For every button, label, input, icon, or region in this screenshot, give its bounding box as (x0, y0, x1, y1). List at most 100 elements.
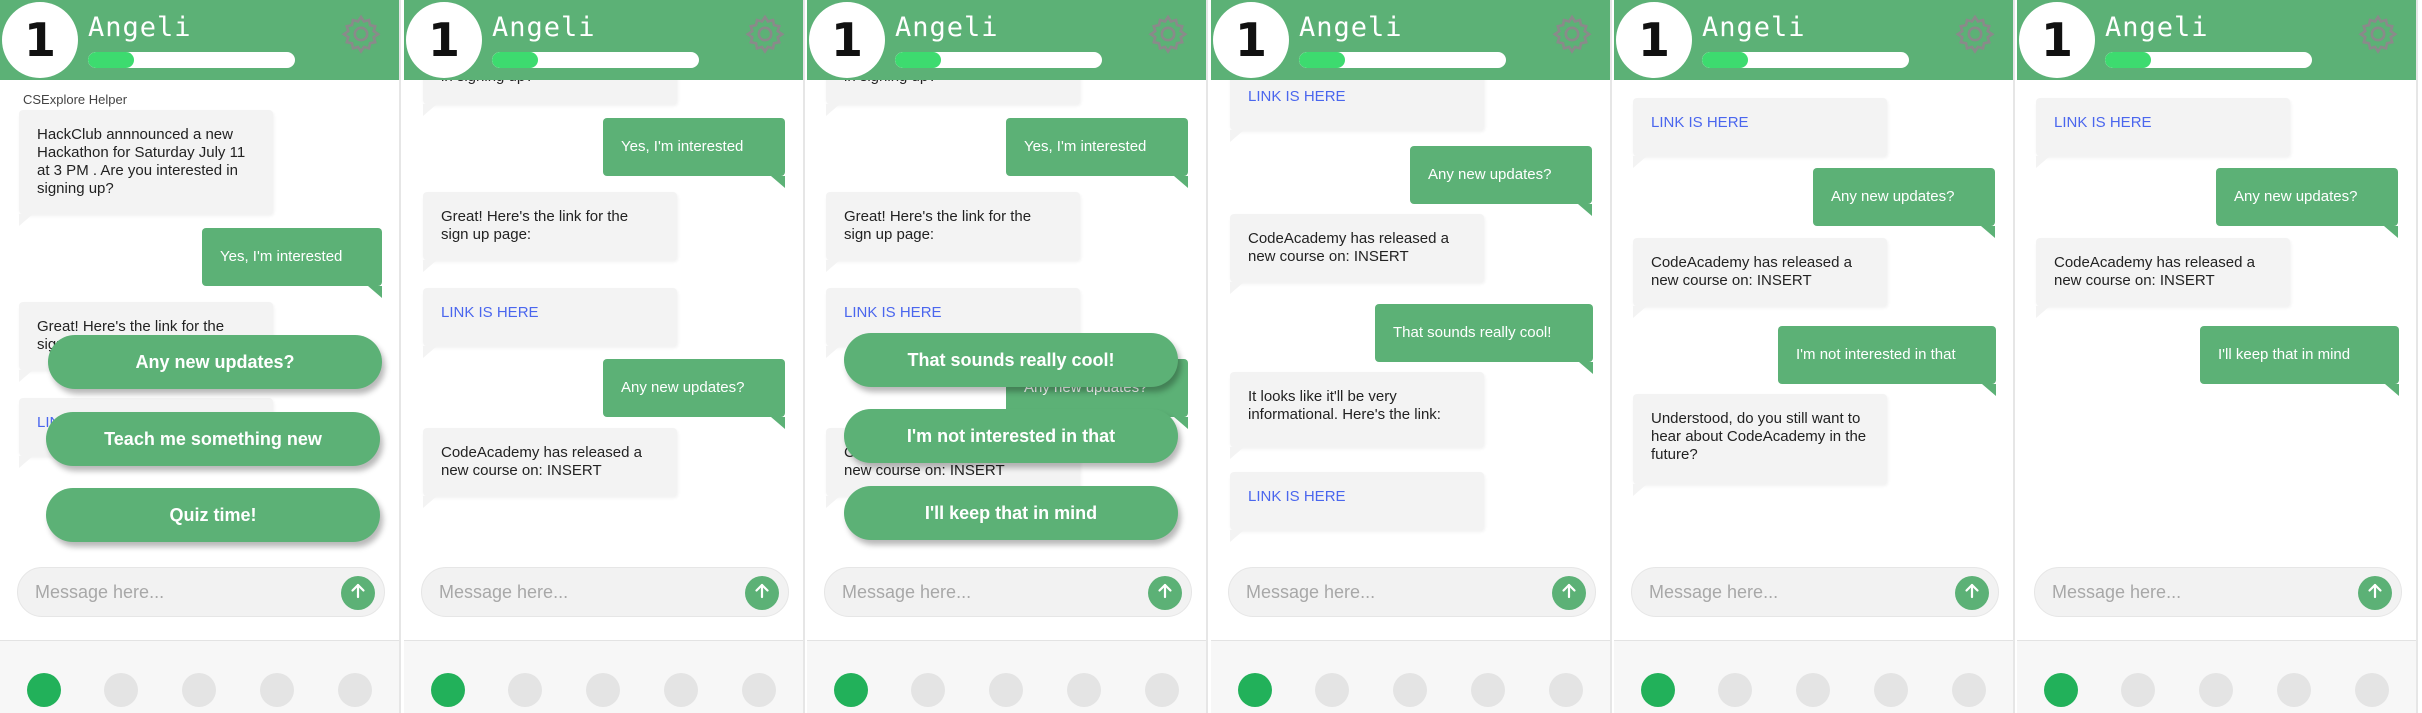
page-dot-1[interactable] (431, 673, 465, 707)
app-header: 1 Angeli (0, 0, 399, 80)
message-input[interactable]: Message here... (421, 567, 789, 617)
chat-screen-5: 1 Angeli LINK IS HERE Any new updates? Code… (1614, 0, 2015, 713)
page-dot-2[interactable] (104, 673, 138, 707)
message-input[interactable]: Message here... (2034, 567, 2402, 617)
bot-message: It looks like it'll be very informationa… (1230, 372, 1484, 447)
app-header: 1 Angeli (1614, 0, 2013, 80)
page-dot-4[interactable] (664, 673, 698, 707)
user-message: I'll keep that in mind (2200, 326, 2399, 396)
xp-progress-fill (1702, 52, 1748, 68)
level-badge: 1 (1213, 2, 1289, 78)
page-dot-3[interactable] (1393, 673, 1427, 707)
bot-message: HackClub annnounced a new Hackathon for … (19, 110, 273, 214)
send-button[interactable] (341, 576, 375, 610)
page-dot-5[interactable] (338, 673, 372, 707)
username-label: Angeli (1702, 12, 1806, 43)
xp-progress-fill (492, 52, 538, 68)
page-indicator (404, 641, 803, 713)
page-dot-3[interactable] (2199, 673, 2233, 707)
xp-progress-bar (88, 52, 295, 68)
arrow-up-icon (1559, 581, 1579, 606)
bot-message: CodeAcademy has released a new course on… (1633, 238, 1887, 306)
message-input[interactable]: Message here... (1631, 567, 1999, 617)
message-input[interactable]: Message here... (17, 567, 385, 617)
user-message: Any new updates? (1410, 146, 1592, 216)
chat-area: LINK IS HERE Any new updates? CodeAcademy … (2017, 80, 2416, 555)
arrow-up-icon (348, 581, 368, 606)
quick-reply-button[interactable]: I'm not interested in that (844, 409, 1178, 463)
quick-reply-button[interactable]: Quiz time! (46, 488, 380, 542)
page-dot-5[interactable] (742, 673, 776, 707)
level-badge: 1 (809, 2, 885, 78)
page-dot-5[interactable] (1145, 673, 1179, 707)
page-dot-5[interactable] (1952, 673, 1986, 707)
chat-screen-1: 1 Angeli CSExplore Helper HackClub annnoun… (0, 0, 401, 713)
page-dot-4[interactable] (1471, 673, 1505, 707)
message-input[interactable]: Message here... (824, 567, 1192, 617)
page-dot-4[interactable] (1874, 673, 1908, 707)
arrow-up-icon (2365, 581, 2385, 606)
quick-reply-button[interactable]: I'll keep that in mind (844, 486, 1178, 540)
page-dot-5[interactable] (1549, 673, 1583, 707)
page-dot-3[interactable] (1796, 673, 1830, 707)
page-dot-4[interactable] (1067, 673, 1101, 707)
level-badge: 1 (2019, 2, 2095, 78)
send-button[interactable] (745, 576, 779, 610)
quick-reply-button[interactable]: Teach me something new (46, 412, 380, 466)
link-message[interactable]: LINK IS HERE (423, 288, 677, 346)
user-message: Yes, I'm interested (202, 228, 382, 298)
page-dot-3[interactable] (989, 673, 1023, 707)
page-dot-2[interactable] (2121, 673, 2155, 707)
message-input[interactable]: Message here... (1228, 567, 1596, 617)
app-header: 1 Angeli (404, 0, 803, 80)
user-message: Yes, I'm interested (1006, 118, 1188, 188)
page-dot-2[interactable] (1718, 673, 1752, 707)
link-message[interactable]: LINK IS HERE (1633, 98, 1887, 156)
link-message[interactable]: LINK IS HERE (2036, 98, 2290, 156)
link-message[interactable]: LINK IS HERE (1230, 80, 1484, 130)
arrow-up-icon (752, 581, 772, 606)
page-dot-1[interactable] (834, 673, 868, 707)
gear-icon[interactable] (1955, 14, 1995, 54)
gear-icon[interactable] (745, 14, 785, 54)
app-header: 1 Angeli (1211, 0, 1610, 80)
bot-message: Understood, do you still want to hear ab… (1633, 394, 1887, 484)
send-button[interactable] (1552, 576, 1586, 610)
chat-area: LINK IS HERE Any new updates? CodeAcademy … (1614, 80, 2013, 555)
gear-icon[interactable] (1148, 14, 1188, 54)
page-dot-1[interactable] (1238, 673, 1272, 707)
gear-icon[interactable] (341, 14, 381, 54)
page-dot-3[interactable] (586, 673, 620, 707)
username-label: Angeli (492, 12, 596, 43)
send-button[interactable] (2358, 576, 2392, 610)
user-message: That sounds really cool! (1375, 304, 1593, 374)
xp-progress-fill (2105, 52, 2151, 68)
quick-reply-button[interactable]: Any new updates? (48, 335, 382, 389)
message-placeholder: Message here... (842, 582, 972, 602)
page-dot-1[interactable] (2044, 673, 2078, 707)
page-dot-1[interactable] (27, 673, 61, 707)
page-dot-5[interactable] (2355, 673, 2389, 707)
page-dot-4[interactable] (260, 673, 294, 707)
page-dot-3[interactable] (182, 673, 216, 707)
user-message: I'm not interested in that (1778, 326, 1996, 396)
page-dot-2[interactable] (1315, 673, 1349, 707)
bot-message: in signing up? (423, 80, 677, 104)
page-indicator (2017, 641, 2416, 713)
page-dot-2[interactable] (508, 673, 542, 707)
page-dot-4[interactable] (2277, 673, 2311, 707)
bot-message: CodeAcademy has released a new course on… (2036, 238, 2290, 306)
gear-icon[interactable] (1552, 14, 1592, 54)
xp-progress-fill (88, 52, 134, 68)
link-message[interactable]: LINK IS HERE (1230, 472, 1484, 530)
username-label: Angeli (88, 12, 192, 43)
gear-icon[interactable] (2358, 14, 2398, 54)
sender-label: CSExplore Helper (23, 92, 128, 107)
message-placeholder: Message here... (2052, 582, 2182, 602)
send-button[interactable] (1148, 576, 1182, 610)
quick-reply-button[interactable]: That sounds really cool! (844, 333, 1178, 387)
page-dot-1[interactable] (1641, 673, 1675, 707)
page-dot-2[interactable] (911, 673, 945, 707)
bot-message: Great! Here's the link for the sign up p… (423, 192, 677, 260)
send-button[interactable] (1955, 576, 1989, 610)
